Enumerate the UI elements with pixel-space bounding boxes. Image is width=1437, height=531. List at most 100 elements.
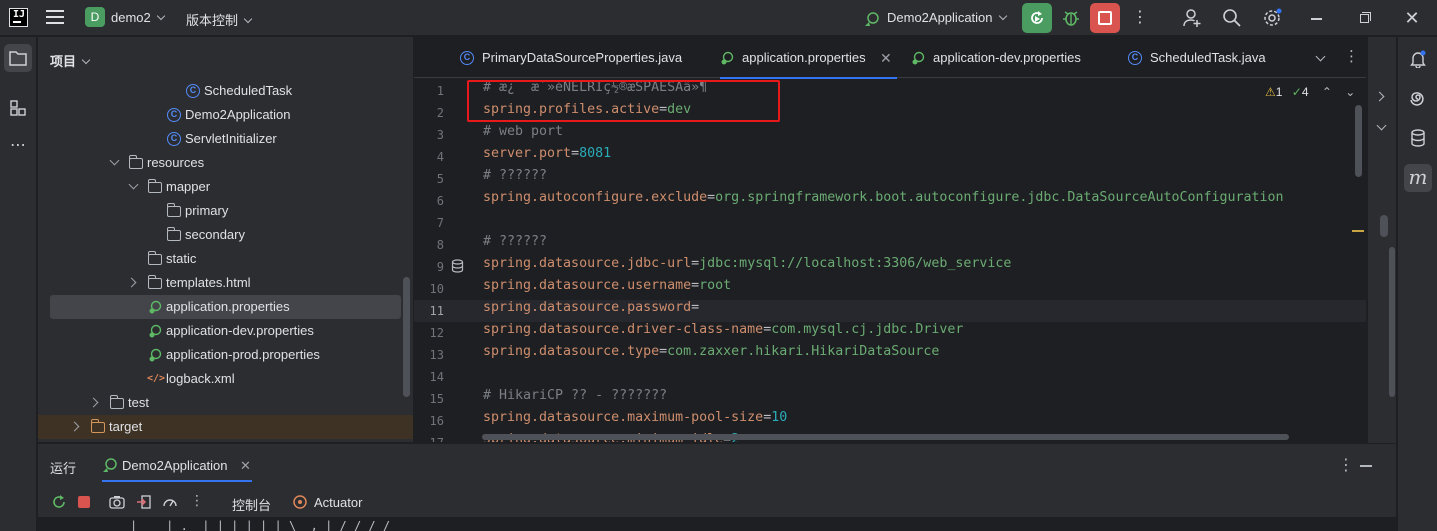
hide-panel-icon[interactable]: [1360, 465, 1372, 467]
tab-more-icon[interactable]: ⋮: [1344, 47, 1359, 65]
tree-item-selected[interactable]: application.properties: [38, 295, 413, 319]
ai-assistant-button[interactable]: [1404, 85, 1432, 113]
tree-item[interactable]: C ScheduledTask: [38, 79, 413, 103]
restore-icon[interactable]: [1355, 8, 1375, 28]
next-highlight-icon[interactable]: ⌄: [1345, 85, 1355, 99]
code-line[interactable]: server.port=8081: [483, 146, 611, 168]
project-selector[interactable]: demo2: [111, 10, 165, 25]
chevron-down-icon[interactable]: [128, 179, 139, 190]
folder-icon: [147, 275, 162, 289]
code-line[interactable]: spring.datasource.type=com.zaxxer.hikari…: [483, 344, 939, 366]
debug-button[interactable]: [1056, 3, 1086, 33]
database-tool-button[interactable]: [1404, 124, 1432, 152]
code-line[interactable]: spring.datasource.maximum-pool-size=10: [483, 410, 787, 432]
main-menu-icon[interactable]: [46, 10, 64, 24]
code-line[interactable]: # ??????: [483, 234, 547, 256]
project-tool-button[interactable]: [4, 44, 32, 72]
tab-list-chevron-icon[interactable]: [1315, 51, 1326, 62]
warning-stripe-marker[interactable]: [1352, 230, 1364, 232]
side-scrollbar[interactable]: [1389, 247, 1395, 397]
stop-icon[interactable]: [78, 496, 90, 508]
maven-m-icon[interactable]: m: [1404, 164, 1432, 192]
intellij-logo-icon[interactable]: IJ: [9, 8, 28, 27]
run-config-selector[interactable]: Demo2Application: [864, 10, 1007, 26]
bug-icon: [1063, 11, 1079, 26]
spring-properties-icon: [149, 324, 162, 338]
close-tab-icon[interactable]: ✕: [880, 37, 892, 79]
structure-tool-button[interactable]: [4, 94, 32, 122]
settings-gear-icon[interactable]: [1262, 8, 1282, 28]
code-token: 10: [771, 410, 788, 425]
code-line[interactable]: spring.datasource.password=: [483, 300, 699, 322]
tree-item[interactable]: </> logback.xml: [38, 367, 413, 391]
tree-item[interactable]: templates.html: [38, 271, 413, 295]
code-line[interactable]: # ??????: [483, 168, 547, 190]
prev-highlight-icon[interactable]: ⌃: [1322, 85, 1332, 99]
chevron-right-icon[interactable]: [126, 277, 137, 288]
side-scroll-thumb[interactable]: [1380, 215, 1388, 237]
more-tools-icon[interactable]: ⋯: [4, 134, 32, 162]
code-line[interactable]: spring.datasource.driver-class-name=com.…: [483, 322, 963, 344]
chevron-down-icon[interactable]: [1376, 120, 1387, 131]
run-tab-label: Demo2Application: [122, 458, 228, 473]
tree-item[interactable]: mapper: [38, 175, 413, 199]
search-icon[interactable]: [1222, 8, 1242, 28]
code-line[interactable]: # HikariCP ?? - ???????: [483, 388, 667, 410]
tree-item[interactable]: application-dev.properties: [38, 319, 413, 343]
chevron-down-icon[interactable]: [109, 155, 120, 166]
more-actions-icon[interactable]: ⋮: [1130, 8, 1150, 28]
more-actions-icon[interactable]: ⋮: [190, 492, 206, 508]
add-user-icon[interactable]: [1182, 8, 1202, 28]
line-number: 3: [436, 128, 444, 142]
java-class-icon: C: [1128, 51, 1142, 65]
tree-item[interactable]: secondary: [38, 223, 413, 247]
run-tab-demo2application[interactable]: Demo2Application ✕: [102, 444, 252, 482]
tree-item[interactable]: test: [38, 391, 413, 415]
console-output[interactable]: |____| .__|_| |_|_| |_\__, | / / / /: [38, 517, 1396, 531]
chevron-right-icon[interactable]: [69, 421, 80, 432]
chevron-right-icon[interactable]: [88, 397, 99, 408]
java-class-icon: C: [186, 84, 200, 98]
tree-item[interactable]: static: [38, 247, 413, 271]
vcs-menu[interactable]: 版本控制: [186, 10, 253, 29]
editor-vertical-scrollbar[interactable]: [1355, 105, 1362, 177]
minimize-icon[interactable]: [1307, 8, 1327, 28]
code-token: =: [659, 344, 668, 359]
code-line[interactable]: spring.autoconfigure.exclude=org.springf…: [483, 190, 1284, 212]
project-scrollbar[interactable]: [403, 277, 410, 397]
tree-item[interactable]: C ServletInitializer: [38, 127, 413, 151]
console-tab[interactable]: 控制台: [232, 495, 271, 514]
gauge-icon[interactable]: [162, 494, 178, 510]
close-tab-icon[interactable]: ✕: [240, 458, 251, 474]
chevron-right-icon[interactable]: [1374, 91, 1385, 102]
editor-horizontal-scrollbar[interactable]: [482, 434, 1289, 440]
camera-icon[interactable]: [109, 494, 125, 510]
notifications-button[interactable]: [1404, 45, 1432, 73]
tree-item[interactable]: resources: [38, 151, 413, 175]
project-panel-header[interactable]: 项目: [50, 51, 91, 70]
code-token: com.mysql.cj.jdbc.Driver: [771, 322, 964, 337]
inspection-widget[interactable]: ⚠1 ✓4 ⌃ ⌄: [1265, 85, 1355, 99]
database-gutter-icon[interactable]: [451, 259, 464, 273]
code-token: jdbc:mysql://localhost:3306/web_service: [699, 256, 1012, 271]
tree-item[interactable]: primary: [38, 199, 413, 223]
stop-button[interactable]: [1090, 3, 1120, 33]
code-line[interactable]: spring.datasource.username=root: [483, 278, 731, 300]
project-badge[interactable]: D: [85, 7, 105, 27]
code-line[interactable]: spring.datasource.jdbc-url=jdbc:mysql://…: [483, 256, 1011, 278]
tree-item[interactable]: application-prod.properties: [38, 343, 413, 367]
code-line[interactable]: # web port: [483, 124, 563, 146]
tab-application-properties[interactable]: application.properties ✕: [720, 37, 897, 79]
tab-label: application.properties: [742, 50, 866, 65]
actuator-tab[interactable]: Actuator: [314, 495, 362, 510]
code-token: =: [571, 146, 580, 161]
run-panel-more-icon[interactable]: ⋮: [1338, 455, 1354, 475]
tree-item-excluded[interactable]: target: [38, 415, 413, 439]
rerun-button[interactable]: [1022, 3, 1052, 33]
login-icon[interactable]: [136, 494, 152, 510]
tree-item[interactable]: C Demo2Application: [38, 103, 413, 127]
close-window-icon[interactable]: ✕: [1402, 8, 1422, 28]
rerun-icon[interactable]: [51, 494, 67, 510]
chevron-down-icon: [156, 11, 165, 21]
folder-icon: [147, 251, 162, 265]
